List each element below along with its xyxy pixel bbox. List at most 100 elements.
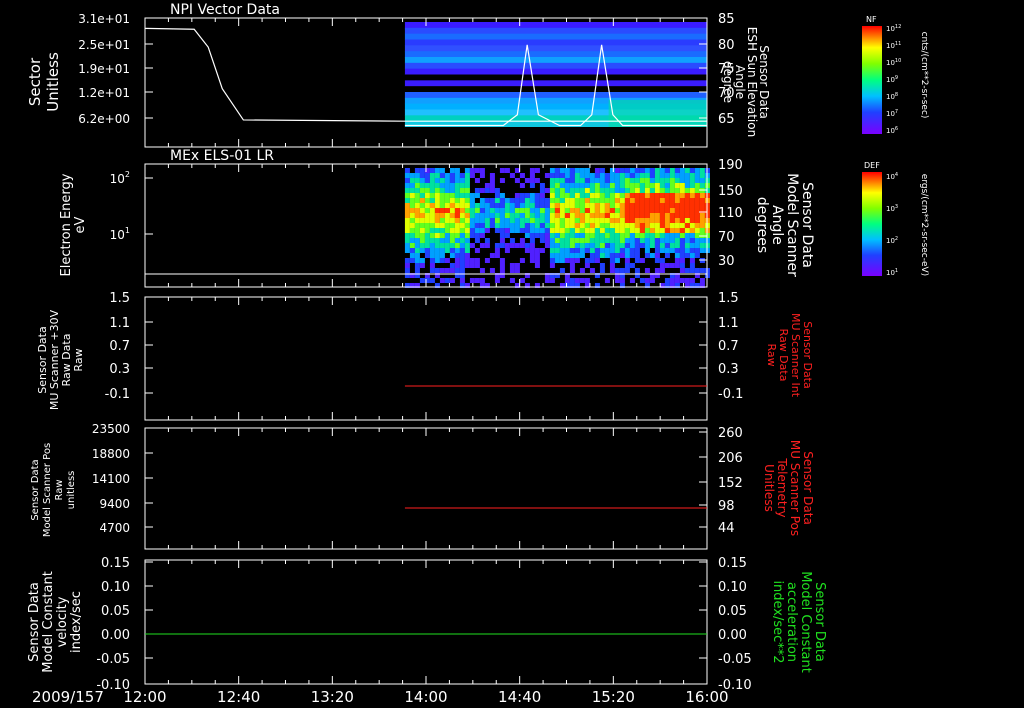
heatmap-cell	[559, 243, 565, 248]
heatmap-cell	[469, 203, 475, 208]
heatmap-cell	[659, 228, 665, 233]
heatmap-cell	[619, 243, 625, 248]
heatmap-cell	[474, 193, 480, 198]
heatmap-cell	[419, 233, 425, 238]
heatmap-cell	[504, 198, 510, 203]
heatmap-cell	[524, 213, 530, 218]
heatmap-cell	[604, 188, 610, 193]
heatmap-cell	[454, 178, 460, 183]
heatmap-cell	[689, 263, 695, 268]
heatmap-cell	[414, 233, 420, 238]
heatmap-cell	[689, 213, 695, 218]
heatmap-cell	[439, 218, 445, 223]
heatmap-cell	[669, 213, 675, 218]
heatmap-cell	[404, 203, 410, 208]
heatmap-cell	[609, 238, 615, 243]
heatmap-cell	[444, 223, 450, 228]
heatmap-cell	[659, 183, 665, 188]
heatmap-cell	[594, 223, 600, 228]
heatmap-cell	[684, 268, 690, 273]
heatmap-cell	[639, 168, 645, 173]
heatmap-cell	[654, 198, 660, 203]
heatmap-cell	[629, 233, 635, 238]
heatmap-cell	[679, 178, 685, 183]
heatmap-cell	[429, 213, 435, 218]
heatmap-cell	[564, 173, 570, 178]
heatmap-cell	[439, 173, 445, 178]
heatmap-cell	[629, 198, 635, 203]
heatmap-cell	[454, 188, 460, 193]
heatmap-cell	[494, 228, 500, 233]
heatmap-cell	[529, 258, 535, 263]
heatmap-cell	[579, 243, 585, 248]
heatmap-cell	[554, 173, 560, 178]
heatmap-cell	[594, 248, 600, 253]
heatmap-cell	[649, 198, 655, 203]
colorbar-def-label: DEF	[864, 161, 880, 170]
heatmap-cell	[469, 198, 475, 203]
heatmap-cell	[439, 233, 445, 238]
heatmap-cell	[459, 198, 465, 203]
heatmap-cell	[524, 228, 530, 233]
heatmap-cell	[474, 248, 480, 253]
panel1-heatmap	[404, 22, 707, 147]
heatmap-cell	[669, 178, 675, 183]
heatmap-cell	[434, 213, 440, 218]
heatmap-cell	[564, 188, 570, 193]
heatmap-cell	[554, 168, 560, 173]
heatmap-cell	[649, 223, 655, 228]
heatmap-cell	[589, 243, 595, 248]
heatmap-cell	[429, 183, 435, 188]
heatmap-cell	[679, 233, 685, 238]
heatmap-cell	[449, 248, 455, 253]
heatmap-cell	[474, 188, 480, 193]
heatmap-cell	[639, 228, 645, 233]
panel5-ylabel-left-1: Sensor Data	[27, 582, 42, 662]
heatmap-cell	[414, 228, 420, 233]
heatmap-cell	[669, 233, 675, 238]
heatmap-cell	[544, 213, 550, 218]
heatmap-cell	[484, 218, 490, 223]
colorbar-def	[862, 172, 882, 276]
panel2-ylabel-right-4: degrees	[754, 197, 770, 253]
heatmap-cell	[614, 278, 620, 283]
panel4-ylabel-left-3: Raw	[54, 479, 65, 500]
heatmap-cell	[669, 208, 675, 213]
heatmap-cell	[599, 248, 605, 253]
heatmap-cell	[694, 198, 700, 203]
heatmap-cell	[664, 193, 670, 198]
heatmap-cell	[689, 253, 695, 258]
heatmap-cell	[594, 228, 600, 233]
heatmap-cell	[444, 228, 450, 233]
heatmap-cell	[449, 213, 455, 218]
panel5-ylabel-right-2: Model Constant	[798, 571, 813, 673]
heatmap-cell	[534, 208, 540, 213]
heatmap-cell	[444, 203, 450, 208]
heatmap-cell	[464, 243, 470, 248]
heatmap-cell	[634, 253, 640, 258]
heatmap-cell	[694, 243, 700, 248]
heatmap-cell	[469, 218, 475, 223]
heatmap-cell	[619, 198, 625, 203]
heatmap-cell	[429, 218, 435, 223]
heatmap-cell	[464, 238, 470, 243]
heatmap-cell	[549, 173, 555, 178]
heatmap-cell	[594, 233, 600, 238]
heatmap-cell	[454, 258, 460, 263]
x-tick-label: 14:00	[404, 688, 447, 706]
heatmap-cell	[439, 268, 445, 273]
heatmap-cell	[469, 233, 475, 238]
heatmap-cell	[564, 178, 570, 183]
heatmap-cell	[589, 228, 595, 233]
heatmap-cell	[679, 218, 685, 223]
heatmap-cell	[614, 178, 620, 183]
heatmap-cell	[549, 228, 555, 233]
heatmap-cell	[674, 213, 680, 218]
heatmap-cell	[664, 233, 670, 238]
heatmap-cell	[634, 243, 640, 248]
heatmap-cell	[579, 203, 585, 208]
heatmap-cell	[439, 278, 445, 283]
heatmap-cell	[664, 168, 670, 173]
heatmap-band	[404, 39, 707, 46]
heatmap-cell	[554, 248, 560, 253]
